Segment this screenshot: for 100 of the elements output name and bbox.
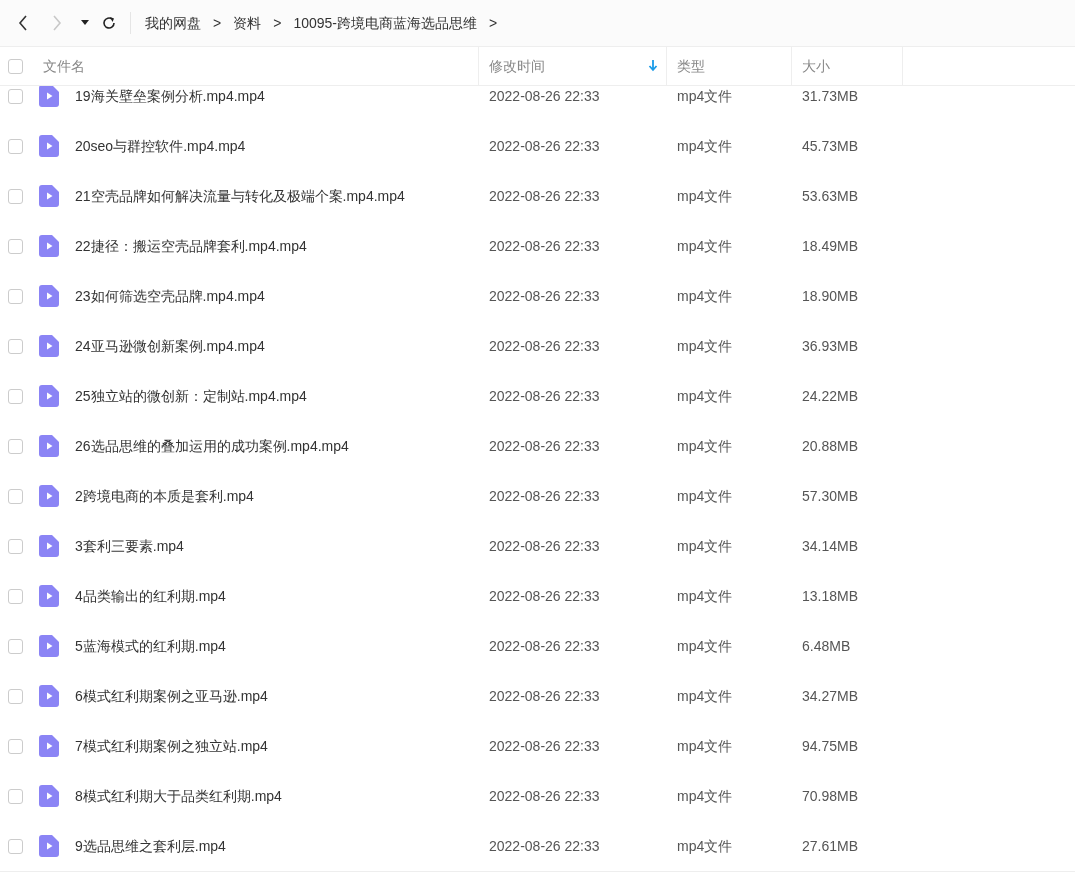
file-type: mp4文件 [677, 437, 733, 454]
file-name[interactable]: 9选品思维之套利层.mp4 [75, 835, 226, 857]
modified-date: 2022-08-26 22:33 [489, 137, 600, 154]
checkbox[interactable] [8, 338, 23, 354]
video-file-icon [39, 585, 59, 607]
modified-date: 2022-08-26 22:33 [489, 837, 600, 854]
file-name[interactable]: 19海关壁垒案例分析.mp4.mp4 [75, 86, 265, 107]
column-header[interactable]: 修改时间 [489, 55, 648, 77]
file-name[interactable]: 20seo与群控软件.mp4.mp4 [75, 135, 246, 157]
file-type: mp4文件 [677, 137, 733, 154]
file-size: 34.14MB [802, 537, 859, 554]
checkbox[interactable] [8, 138, 23, 154]
file-name[interactable]: 3套利三要素.mp4 [75, 535, 184, 557]
file-type: mp4文件 [677, 737, 733, 754]
file-name[interactable]: 21空壳品牌如何解决流量与转化及极端个案.mp4.mp4 [75, 185, 405, 207]
breadcrumb-separator: > [273, 13, 282, 33]
video-file-icon [39, 335, 59, 357]
breadcrumb-separator: > [213, 13, 222, 33]
back-icon[interactable] [18, 15, 28, 31]
checkbox[interactable] [8, 438, 23, 454]
file-name[interactable]: 8模式红利期大于品类红利期.mp4 [75, 785, 282, 807]
checkbox[interactable] [8, 688, 23, 704]
column-header[interactable]: 类型 [677, 55, 783, 77]
video-file-icon [39, 86, 59, 107]
file-size: 45.73MB [802, 137, 859, 154]
file-size: 31.73MB [802, 87, 859, 104]
file-name[interactable]: 23如何筛选空壳品牌.mp4.mp4 [75, 285, 265, 307]
video-file-icon [39, 485, 59, 507]
checkbox[interactable] [8, 188, 23, 204]
file-size: 24.22MB [802, 387, 859, 404]
file-size: 53.63MB [802, 187, 859, 204]
checkbox[interactable] [8, 488, 23, 504]
modified-date: 2022-08-26 22:33 [489, 187, 600, 204]
checkbox[interactable] [8, 788, 23, 804]
video-file-icon [39, 385, 59, 407]
file-size: 36.93MB [802, 337, 859, 354]
file-name[interactable]: 7模式红利期案例之独立站.mp4 [75, 735, 268, 757]
file-name[interactable]: 5蓝海模式的红利期.mp4 [75, 635, 226, 657]
checkbox[interactable] [8, 838, 23, 854]
video-file-icon [39, 735, 59, 757]
file-type: mp4文件 [677, 787, 733, 804]
modified-date: 2022-08-26 22:33 [489, 387, 600, 404]
modified-date: 2022-08-26 22:33 [489, 587, 600, 604]
checkbox[interactable] [8, 588, 23, 604]
breadcrumb-link[interactable]: 资料 [233, 12, 262, 34]
file-type: mp4文件 [677, 637, 733, 654]
file-type: mp4文件 [677, 237, 733, 254]
modified-date: 2022-08-26 22:33 [489, 487, 600, 504]
file-name[interactable]: 25独立站的微创新：定制站.mp4.mp4 [75, 385, 307, 407]
file-name[interactable]: 22捷径：搬运空壳品牌套利.mp4.mp4 [75, 235, 307, 257]
file-type: mp4文件 [677, 87, 733, 104]
video-file-icon [39, 685, 59, 707]
checkbox[interactable] [8, 238, 23, 254]
checkbox[interactable] [8, 388, 23, 404]
file-type: mp4文件 [677, 837, 733, 854]
checkbox[interactable] [8, 738, 23, 754]
file-type: mp4文件 [677, 537, 733, 554]
file-name[interactable]: 26选品思维的叠加运用的成功案例.mp4.mp4 [75, 435, 349, 457]
breadcrumb-link[interactable]: 我的网盘 [145, 12, 201, 34]
file-name[interactable]: 2跨境电商的本质是套利.mp4 [75, 485, 254, 507]
modified-date: 2022-08-26 22:33 [489, 737, 600, 754]
video-file-icon [39, 285, 59, 307]
file-size: 18.49MB [802, 237, 859, 254]
checkbox[interactable] [8, 88, 23, 104]
column-header[interactable]: 大小 [802, 55, 894, 77]
video-file-icon [39, 635, 59, 657]
file-name[interactable]: 6模式红利期案例之亚马逊.mp4 [75, 685, 268, 707]
file-type: mp4文件 [677, 387, 733, 404]
modified-date: 2022-08-26 22:33 [489, 637, 600, 654]
file-size: 20.88MB [802, 437, 859, 454]
file-name[interactable]: 4品类输出的红利期.mp4 [75, 585, 226, 607]
modified-date: 2022-08-26 22:33 [489, 337, 600, 354]
checkbox[interactable] [8, 538, 23, 554]
file-size: 13.18MB [802, 587, 859, 604]
file-type: mp4文件 [677, 187, 733, 204]
video-file-icon [39, 235, 59, 257]
modified-date: 2022-08-26 22:33 [489, 437, 600, 454]
modified-date: 2022-08-26 22:33 [489, 687, 600, 704]
modified-date: 2022-08-26 22:33 [489, 87, 600, 104]
video-file-icon [39, 185, 59, 207]
modified-date: 2022-08-26 22:33 [489, 787, 600, 804]
video-file-icon [39, 135, 59, 157]
file-size: 27.61MB [802, 837, 859, 854]
video-file-icon [39, 535, 59, 557]
file-size: 18.90MB [802, 287, 859, 304]
file-type: mp4文件 [677, 587, 733, 604]
modified-date: 2022-08-26 22:33 [489, 287, 600, 304]
file-size: 34.27MB [802, 687, 859, 704]
breadcrumb-link[interactable]: 10095-跨境电商蓝海选品思维 [293, 12, 477, 34]
video-file-icon [39, 435, 59, 457]
checkbox[interactable] [8, 58, 23, 74]
file-type: mp4文件 [677, 487, 733, 504]
checkbox[interactable] [8, 288, 23, 304]
file-type: mp4文件 [677, 337, 733, 354]
breadcrumb-separator: > [488, 13, 498, 33]
file-name[interactable]: 24亚马逊微创新案例.mp4.mp4 [75, 335, 265, 357]
file-size: 94.75MB [802, 737, 859, 754]
checkbox[interactable] [8, 638, 23, 654]
file-size: 6.48MB [802, 637, 851, 654]
column-header[interactable]: 文件名 [43, 55, 478, 77]
